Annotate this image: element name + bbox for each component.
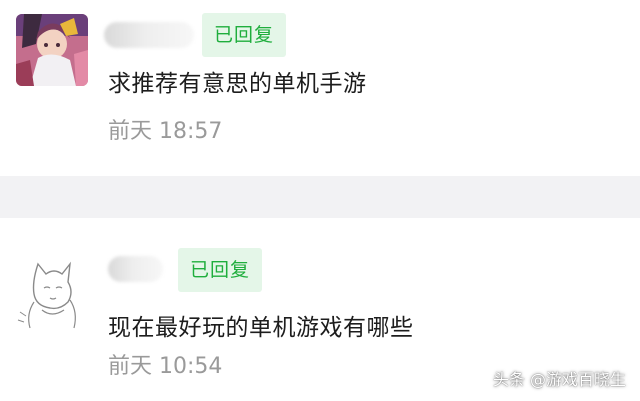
sketch-avatar-image: [16, 258, 88, 330]
anime-avatar-image: [16, 14, 88, 86]
section-divider: [0, 176, 640, 218]
blurred-username: [104, 22, 194, 48]
avatar[interactable]: [16, 258, 88, 330]
comment-text[interactable]: 求推荐有意思的单机手游: [108, 64, 367, 98]
blurred-username: [108, 256, 163, 282]
comment-text[interactable]: 现在最好玩的单机游戏有哪些: [108, 308, 414, 342]
comment-timestamp: 前天 18:57: [108, 119, 223, 144]
avatar[interactable]: [16, 14, 88, 86]
replied-badge: 已回复: [202, 13, 287, 57]
source-watermark: 头条 @游戏百晓生: [492, 370, 626, 389]
replied-badge: 已回复: [178, 248, 263, 292]
comment-timestamp: 前天 10:54: [108, 354, 223, 379]
comment-card[interactable]: 已回复 求推荐有意思的单机手游 前天 18:57: [0, 0, 640, 176]
